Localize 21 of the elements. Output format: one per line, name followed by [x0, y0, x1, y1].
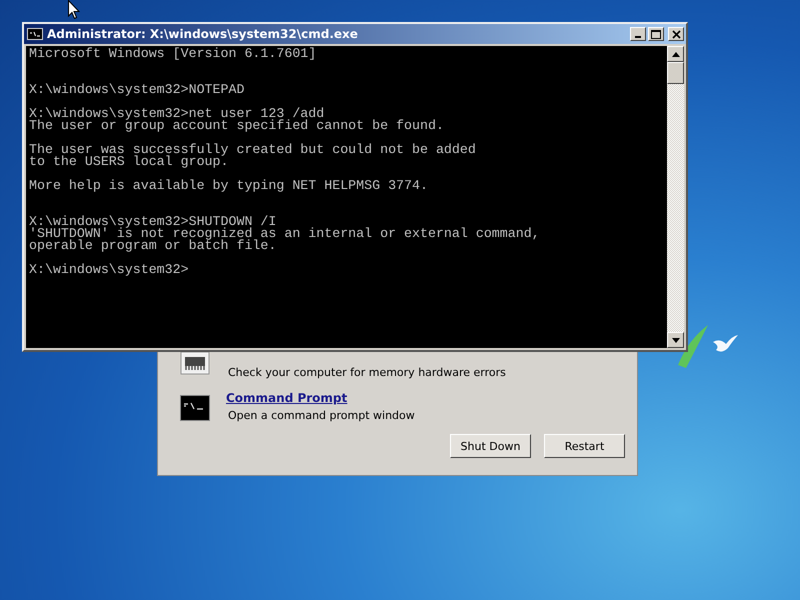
up-arrow-icon: [672, 52, 680, 56]
scroll-down-button[interactable]: [667, 332, 684, 348]
tool-description: Open a command prompt window: [228, 409, 415, 422]
minimize-button[interactable]: [630, 27, 646, 41]
command-prompt-icon: [27, 28, 43, 40]
maximize-icon: [651, 30, 661, 38]
command-prompt-icon: [180, 395, 210, 421]
dialog-button[interactable]: Restart: [544, 434, 625, 458]
vertical-scrollbar[interactable]: [667, 46, 684, 348]
console-output: Microsoft Windows [Version 6.1.7601] X:\windows\system32>NOTEPAD X:\windows\system32>net user 123 /add The user or group account specified cannot be found. The user was successfully created but could not be added to the USERS local group. More help is available by typing NET HELPMSG 3774. X:\windows\system32>SHUTDOWN /I 'SHUTDOWN' is not recognized as an internal or external command, operable program or batch file. X:\windows\system32>: [26, 46, 667, 348]
maximize-button[interactable]: [648, 27, 664, 41]
close-icon: [672, 30, 680, 38]
scroll-up-button[interactable]: [667, 46, 684, 62]
close-button[interactable]: [668, 27, 684, 41]
mouse-pointer-icon: [68, 0, 80, 19]
tool-link[interactable]: Command Prompt: [226, 391, 348, 405]
tool-description: Check your computer for memory hardware errors: [228, 366, 506, 379]
down-arrow-icon: [672, 338, 680, 342]
scroll-thumb[interactable]: [667, 62, 684, 84]
window-title: Administrator: X:\windows\system32\cmd.exe: [47, 27, 358, 41]
dialog-button[interactable]: Shut Down: [450, 434, 531, 458]
